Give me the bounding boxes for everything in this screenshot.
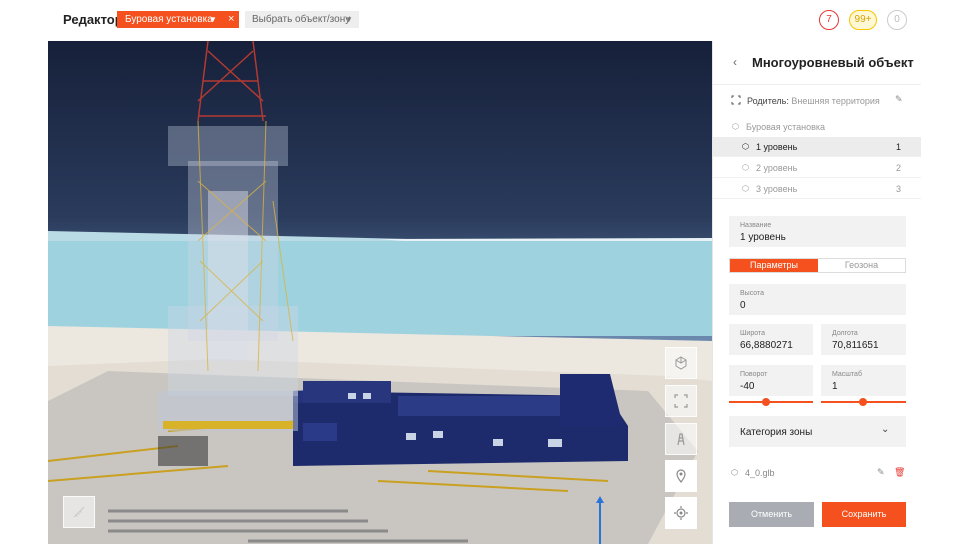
parent-row: Родитель: Внешняя территория ✎: [713, 90, 921, 112]
parent-label: Родитель:: [747, 96, 789, 106]
longitude-caption: Долгота: [832, 330, 858, 337]
parent-value: Внешняя территория: [791, 96, 880, 106]
latitude-caption: Широта: [740, 330, 765, 337]
level-number: 2: [896, 163, 902, 173]
save-button[interactable]: Сохранить: [822, 502, 906, 527]
level-label: 1 уровень: [756, 142, 798, 152]
badge-grey[interactable]: 0: [887, 10, 907, 30]
rotation-value: -40: [740, 381, 755, 392]
scale-field[interactable]: Масштаб 1: [821, 365, 906, 396]
badge-yellow[interactable]: 99+: [849, 10, 877, 30]
tower-button[interactable]: [665, 423, 697, 455]
tower-icon: [677, 433, 685, 446]
expand-icon: [674, 394, 688, 408]
rotation-field[interactable]: Поворот -40: [729, 365, 813, 396]
ruler-icon: [73, 506, 85, 518]
scale-value: 1: [832, 381, 838, 392]
name-value: 1 уровень: [740, 232, 786, 243]
panel-title: Многоуровневый объект: [752, 55, 914, 70]
chevron-down-icon[interactable]: ▼: [209, 11, 217, 28]
center-target-button[interactable]: [665, 497, 697, 529]
name-caption: Название: [740, 222, 772, 229]
level-number: 3: [896, 184, 902, 194]
tab-parameters[interactable]: Параметры: [730, 259, 818, 272]
level-label: 3 уровень: [756, 184, 798, 194]
model-file-row: ⬡ 4_0.glb ✎ 🗑: [729, 466, 906, 482]
level-icon: ⬡: [742, 163, 749, 172]
object-chip-label: Буровая установка: [125, 14, 213, 25]
trash-icon[interactable]: 🗑: [894, 467, 905, 478]
latitude-value: 66,8880271: [740, 340, 793, 351]
tree-root-label: Буровая установка: [746, 122, 826, 132]
cancel-button[interactable]: Отменить: [729, 502, 814, 527]
file-name: 4_0.glb: [745, 468, 775, 478]
chevron-left-icon[interactable]: ‹: [733, 55, 737, 69]
pin-icon: [676, 469, 686, 483]
rotation-caption: Поворот: [740, 371, 768, 378]
level-item-2[interactable]: ⬡ 2 уровень 2: [713, 158, 921, 178]
tab-geozone[interactable]: Геозона: [818, 259, 905, 272]
pencil-icon[interactable]: ✎: [895, 94, 903, 105]
cube-view-button[interactable]: [665, 347, 697, 379]
cube-icon: [675, 356, 687, 370]
height-field[interactable]: Высота 0: [729, 284, 906, 315]
zone-category-label: Категория зоны: [740, 427, 813, 438]
height-value: 0: [740, 300, 746, 311]
longitude-value: 70,811651: [832, 340, 879, 351]
scale-caption: Масштаб: [832, 371, 862, 378]
name-field[interactable]: Название 1 уровень: [729, 216, 906, 247]
close-icon[interactable]: ×: [228, 11, 234, 28]
level-icon: ⬡: [742, 184, 749, 193]
chevron-down-icon: ▼: [345, 15, 353, 24]
level-number: 1: [896, 142, 902, 152]
rotation-slider-track[interactable]: [729, 401, 813, 403]
cube-icon: ⬡: [732, 122, 739, 131]
3d-viewport[interactable]: [48, 41, 712, 544]
chevron-down-icon: ⌄: [881, 424, 890, 435]
object-selector-chip[interactable]: Буровая установка ▼ ×: [117, 11, 239, 28]
expand-icon: [731, 95, 741, 105]
object-zone-picker[interactable]: Выбрать объект/зону ▼: [245, 11, 359, 28]
panel-header: ‹ Многоуровневый объект: [713, 41, 921, 85]
app-title: Редактор: [63, 12, 123, 27]
tabs: Параметры Геозона: [729, 258, 906, 273]
object-zone-picker-label: Выбрать объект/зону: [252, 14, 351, 25]
ruler-button[interactable]: [63, 496, 95, 528]
fit-view-button[interactable]: [665, 385, 697, 417]
longitude-field[interactable]: Долгота 70,811651: [821, 324, 906, 355]
scale-slider-handle[interactable]: [859, 398, 867, 406]
pencil-icon[interactable]: ✎: [877, 467, 885, 478]
latitude-field[interactable]: Широта 66,8880271: [729, 324, 813, 355]
level-item-1[interactable]: ⬡ 1 уровень 1: [713, 137, 921, 157]
badge-red[interactable]: 7: [819, 10, 839, 30]
level-item-3[interactable]: ⬡ 3 уровень 3: [713, 179, 921, 199]
level-icon: ⬡: [742, 142, 749, 151]
top-bar: Редактор Буровая установка ▼ × Выбрать о…: [0, 0, 968, 40]
scene-render: [48, 41, 712, 544]
height-caption: Высота: [740, 290, 765, 297]
zone-category-select[interactable]: Категория зоны ⌄: [729, 416, 906, 447]
level-label: 2 уровень: [756, 163, 798, 173]
cube-icon: ⬡: [731, 468, 738, 477]
target-icon: [674, 506, 688, 520]
location-button[interactable]: [665, 460, 697, 492]
tree-root-item[interactable]: ⬡ Буровая установка: [713, 118, 921, 136]
rotation-slider-handle[interactable]: [762, 398, 770, 406]
